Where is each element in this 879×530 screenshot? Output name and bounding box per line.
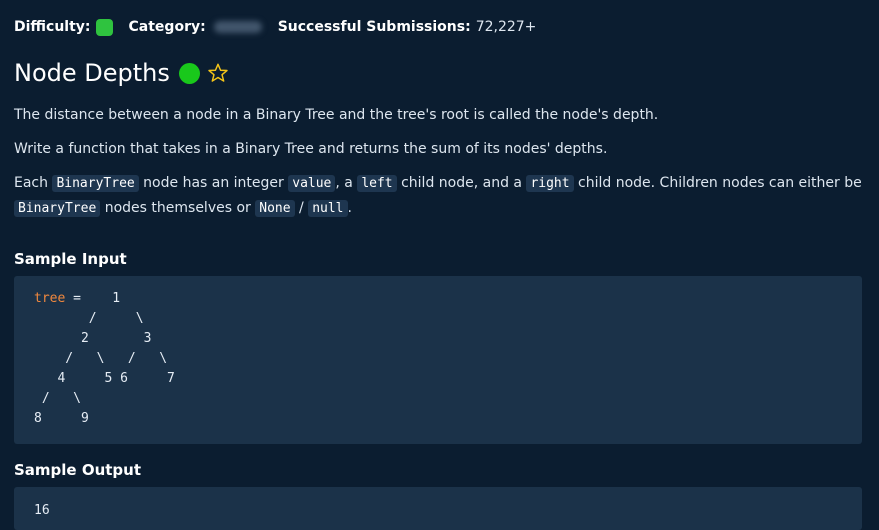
text-segment: , a xyxy=(335,175,358,191)
code-line: 2 3 xyxy=(34,331,152,346)
code-line: 8 9 xyxy=(34,411,89,426)
submissions-count: 72,227+ xyxy=(475,19,537,35)
code-line: / \ xyxy=(34,311,144,326)
inline-code-value: value xyxy=(288,175,336,192)
description-paragraph-2: Write a function that takes in a Binary … xyxy=(14,141,608,157)
code-line: / \ / \ xyxy=(34,351,168,366)
code-line: = 1 xyxy=(65,291,121,306)
difficulty-label: Difficulty: xyxy=(14,19,91,35)
text-segment: node has an integer xyxy=(138,175,289,191)
difficulty-indicator xyxy=(95,18,113,36)
text-segment: Each xyxy=(14,175,53,191)
problem-title: Node Depths xyxy=(14,59,170,87)
sample-output-code-block[interactable]: 16 xyxy=(14,487,862,530)
problem-page: Difficulty: Category: Successful Submiss… xyxy=(0,0,879,530)
text-segment: . xyxy=(347,200,352,216)
category-value-blurred xyxy=(213,21,262,33)
sample-input-code: tree = 1 / \ 2 3 / \ / \ 4 5 6 7 / \ 8 9 xyxy=(34,289,175,429)
problem-meta-bar: Difficulty: Category: Successful Submiss… xyxy=(14,17,536,37)
output-value: 16 xyxy=(34,503,50,518)
inline-code-left: left xyxy=(357,175,397,192)
inline-code-binarytree: BinaryTree xyxy=(14,200,101,217)
title-row: Node Depths xyxy=(14,57,229,89)
sample-output-code: 16 xyxy=(34,501,50,521)
category-label: Category: xyxy=(128,19,206,35)
code-line: 4 5 6 7 xyxy=(34,371,175,386)
text-segment: child node. Children nodes can either be xyxy=(573,175,862,191)
sample-input-heading: Sample Input xyxy=(14,250,127,268)
text-segment: child node, and a xyxy=(396,175,527,191)
text-segment: nodes themselves or xyxy=(100,200,256,216)
text-segment: / xyxy=(294,200,309,216)
inline-code-null: null xyxy=(308,200,348,217)
description-paragraph-1: The distance between a node in a Binary … xyxy=(14,107,659,123)
submissions-label: Successful Submissions: xyxy=(277,19,471,35)
sample-input-code-block[interactable]: tree = 1 / \ 2 3 / \ / \ 4 5 6 7 / \ 8 9 xyxy=(14,276,862,444)
variable-keyword: tree xyxy=(34,291,66,306)
inline-code-none: None xyxy=(255,200,295,217)
sample-output-heading: Sample Output xyxy=(14,461,142,479)
inline-code-right: right xyxy=(526,175,574,192)
inline-code-binarytree: BinaryTree xyxy=(52,175,139,192)
completion-status-icon xyxy=(178,62,200,84)
star-outline-icon[interactable] xyxy=(207,62,229,84)
description-paragraph-3: Each BinaryTree node has an integer valu… xyxy=(14,171,864,221)
code-line: / \ xyxy=(34,391,81,406)
